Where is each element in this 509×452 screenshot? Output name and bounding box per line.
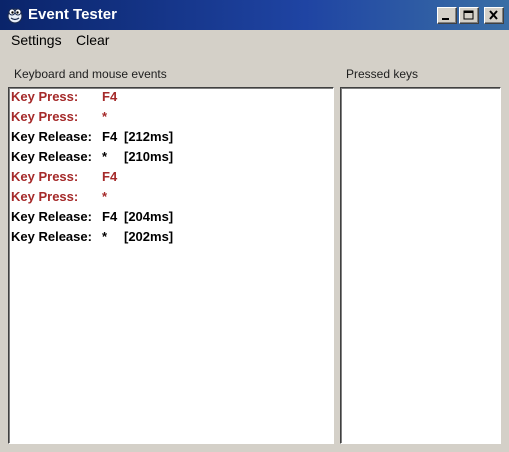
- event-key: F4: [102, 89, 118, 104]
- event-key: *: [102, 109, 108, 124]
- event-type: Key Press:: [11, 89, 79, 104]
- event-key: *: [102, 189, 108, 204]
- window-title: Event Tester: [28, 6, 117, 23]
- menu-settings[interactable]: Settings: [11, 31, 62, 49]
- event-duration: [210ms]: [124, 149, 174, 164]
- event-type: Key Release:: [11, 209, 92, 224]
- close-button[interactable]: [484, 7, 504, 24]
- event-key: *: [102, 229, 108, 244]
- minimize-button[interactable]: [437, 7, 457, 24]
- event-type: Key Release:: [11, 229, 92, 244]
- app-icon: [7, 8, 23, 24]
- event-duration: [204ms]: [124, 209, 174, 224]
- event-type: Key Press:: [11, 169, 79, 184]
- event-key: *: [102, 149, 108, 164]
- close-icon: [489, 10, 498, 20]
- maximize-icon: [463, 10, 474, 20]
- menu-clear[interactable]: Clear: [76, 31, 109, 49]
- event-key: F4: [102, 169, 118, 184]
- event-type: Key Release:: [11, 129, 92, 144]
- event-key: F4: [102, 129, 118, 144]
- event-type: Key Release:: [11, 149, 92, 164]
- event-tester-window: Event Tester Settings Clear Keyboard and…: [0, 0, 509, 452]
- minimize-icon: [442, 18, 449, 20]
- maximize-button[interactable]: [459, 7, 479, 24]
- title-bar[interactable]: Event Tester: [0, 0, 509, 30]
- pressed-keys-label: Pressed keys: [346, 67, 419, 81]
- event-key: F4: [102, 209, 118, 224]
- events-label: Keyboard and mouse events: [14, 67, 167, 81]
- events-list[interactable]: Key Press: F4 Key Press: * Key Release: F4 [21…: [8, 87, 334, 444]
- event-type: Key Press:: [11, 109, 79, 124]
- event-type: Key Press:: [11, 189, 79, 204]
- event-duration: [202ms]: [124, 229, 174, 244]
- pressed-keys-list[interactable]: [340, 87, 501, 444]
- event-duration: [212ms]: [124, 129, 174, 144]
- menu-bar: Settings Clear: [0, 30, 509, 50]
